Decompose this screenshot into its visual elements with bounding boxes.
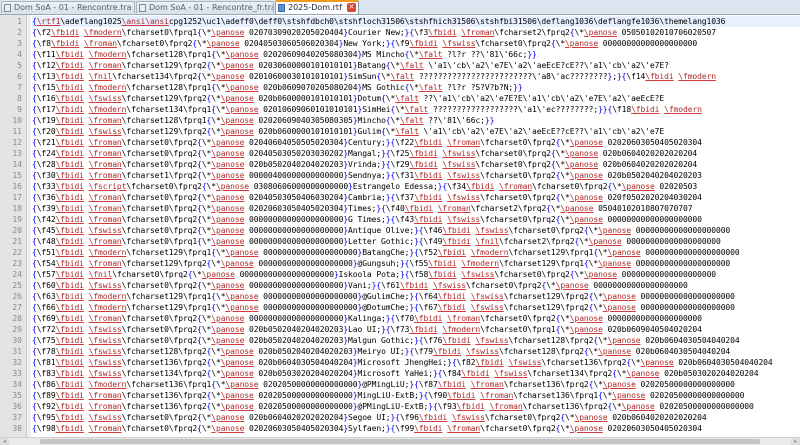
code-line[interactable]: {\f45\fbidi \fswiss\fcharset0\fprq2{\*\p… — [32, 225, 800, 236]
line-number-gutter: 1 2 3 4 5 6 7 8 9 10 11 12 13 14 15 16 17 18 19 20 21 22 23 24 2… — [0, 15, 27, 438]
code-line[interactable]: {\f54\fbidi \froman\fcharset129\fprq2{\*… — [32, 258, 800, 269]
code-line[interactable]: {\f28\fbidi \froman\fcharset0\fprq2{\*\p… — [32, 159, 800, 170]
line-number: 20 — [12, 226, 22, 235]
line-number: 10 — [12, 116, 22, 125]
line-number: 30 — [12, 336, 22, 345]
code-line[interactable]: {\f30\fbidi \froman\fcharset1\fprq2{\*\p… — [32, 170, 800, 181]
code-line[interactable]: {\f86\fbidi \fmodern\fcharset136\fprq1{\… — [32, 379, 800, 390]
code-line[interactable]: {\f16\fbidi \fswiss\fcharset129\fprq2{\*… — [32, 93, 800, 104]
line-number: 14 — [12, 160, 22, 169]
code-line[interactable]: {\f19\fbidi \froman\fcharset128\fprq1{\*… — [32, 115, 800, 126]
code-line[interactable]: {\f13\fbidi \fnil\fcharset134\fprq2{\*\p… — [32, 71, 800, 82]
code-line[interactable]: {\f42\fbidi \froman\fcharset0\fprq2{\*\p… — [32, 214, 800, 225]
code-line[interactable]: {\f12\fbidi \froman\fcharset129\fprq2{\*… — [32, 60, 800, 71]
line-number: 35 — [12, 391, 22, 400]
line-number: 18 — [12, 204, 22, 213]
code-line[interactable]: {\f21\fbidi \froman\fcharset0\fprq2{\*\p… — [32, 137, 800, 148]
code-line[interactable]: {\f20\fbidi \fswiss\fcharset129\fprq2{\*… — [32, 126, 800, 137]
tab-bar: Dom SoA - 01 - Rencontre.tra Dom SoA - 0… — [0, 0, 800, 15]
line-number: 7 — [17, 83, 22, 92]
line-number: 6 — [17, 72, 22, 81]
code-line[interactable]: {\f95\fbidi \fswiss\fcharset0\fprq2{\*\p… — [32, 412, 800, 423]
code-line[interactable]: {\rtf1\adeflang1025\ansi\ansicpg1252\uc1… — [32, 16, 800, 27]
line-number: 28 — [12, 314, 22, 323]
code-line[interactable]: {\f2\fbidi \fmodern\fcharset0\fprq1{\*\p… — [32, 27, 800, 38]
code-line[interactable]: {\f60\fbidi \fswiss\fcharset0\fprq2{\*\p… — [32, 280, 800, 291]
code-line[interactable]: {\f11\fbidi \fmodern\fcharset128\fprq1{\… — [32, 49, 800, 60]
line-number: 15 — [12, 171, 22, 180]
code-line[interactable]: {\f24\fbidi \froman\fcharset0\fprq2{\*\p… — [32, 148, 800, 159]
line-number: 26 — [12, 292, 22, 301]
code-line[interactable]: {\f89\fbidi \froman\fcharset136\fprq2{\*… — [32, 390, 800, 401]
line-number: 3 — [17, 39, 22, 48]
tab-rencontre-fr-tra[interactable]: Dom SoA - 01 - Rencontre_fr.tra — [136, 1, 274, 13]
line-number: 25 — [12, 281, 22, 290]
line-number: 5 — [17, 61, 22, 70]
fold-margin[interactable] — [27, 15, 31, 438]
line-number: 11 — [12, 127, 22, 136]
tab-rencontre-tra[interactable]: Dom SoA - 01 - Rencontre.tra — [1, 1, 135, 13]
line-number: 17 — [12, 193, 22, 202]
code-line[interactable]: {\f69\fbidi \froman\fcharset0\fprq2{\*\p… — [32, 313, 800, 324]
scrollbar-thumb[interactable] — [40, 439, 760, 444]
line-number: 24 — [12, 270, 22, 279]
editor[interactable]: 1 2 3 4 5 6 7 8 9 10 11 12 13 14 15 16 17 18 19 20 21 22 23 24 2… — [0, 15, 800, 438]
code-line[interactable]: {\f72\fbidi \fswiss\fcharset0\fprq2{\*\p… — [32, 324, 800, 335]
line-number: 31 — [12, 347, 22, 356]
code-line[interactable]: {\f17\fbidi \fmodern\fcharset134\fprq1{\… — [32, 104, 800, 115]
line-number: 8 — [17, 94, 22, 103]
line-number: 13 — [12, 149, 22, 158]
line-number: 34 — [12, 380, 22, 389]
code-line[interactable]: {\f51\fbidi \fmodern\fcharset129\fprq1{\… — [32, 247, 800, 258]
code-line[interactable]: {\f66\fbidi \fmodern\fcharset129\fprq1{\… — [32, 302, 800, 313]
text-file-icon — [4, 4, 11, 12]
close-icon[interactable]: ✕ — [347, 3, 356, 12]
code-line[interactable]: {\f78\fbidi \fswiss\fcharset128\fprq2{\*… — [32, 346, 800, 357]
code-line[interactable]: {\f92\fbidi \froman\fcharset136\fprq2{\*… — [32, 401, 800, 412]
code-line[interactable]: {\f15\fbidi \fmodern\fcharset128\fprq1{\… — [32, 82, 800, 93]
line-number: 32 — [12, 358, 22, 367]
line-number: 36 — [12, 402, 22, 411]
code-line[interactable]: {\f39\fbidi \froman\fcharset0\fprq2{\*\p… — [32, 203, 800, 214]
code-line[interactable]: {\f75\fbidi \fswiss\fcharset0\fprq2{\*\p… — [32, 335, 800, 346]
rtf-file-icon — [278, 4, 285, 12]
code-line[interactable]: {\f83\fbidi \fswiss\fcharset134\fprq2{\*… — [32, 368, 800, 379]
line-number: 19 — [12, 215, 22, 224]
code-line[interactable]: {\f98\fbidi \froman\fcharset0\fprq2{\*\p… — [32, 423, 800, 434]
line-numbers: 1 2 3 4 5 6 7 8 9 10 11 12 13 14 15 16 17 18 19 20 21 22 23 24 2… — [0, 15, 26, 434]
line-number: 38 — [12, 424, 22, 433]
text-file-icon — [139, 4, 146, 12]
tab-label: Dom SoA - 01 - Rencontre.tra — [14, 3, 132, 12]
line-number: 1 — [17, 17, 22, 26]
line-number: 23 — [12, 259, 22, 268]
line-number: 29 — [12, 325, 22, 334]
line-number: 21 — [12, 237, 22, 246]
code-line[interactable]: {\f63\fbidi \fmodern\fcharset129\fprq1{\… — [32, 291, 800, 302]
line-number: 33 — [12, 369, 22, 378]
tab-label: 2025-Dom.rtf — [288, 3, 342, 12]
code-line[interactable]: {\f81\fbidi \fswiss\fcharset136\fprq2{\*… — [32, 357, 800, 368]
line-number: 22 — [12, 248, 22, 257]
line-number: 16 — [12, 182, 22, 191]
code-line[interactable]: {\f33\fbidi \fscript\fcharset0\fprq2{\*\… — [32, 181, 800, 192]
line-number: 12 — [12, 138, 22, 147]
line-number: 9 — [17, 105, 22, 114]
code-line[interactable]: {\f36\fbidi \froman\fcharset0\fprq2{\*\p… — [32, 192, 800, 203]
tab-2025-dom-rtf[interactable]: 2025-Dom.rtf ✕ — [275, 0, 359, 14]
line-number: 37 — [12, 413, 22, 422]
code-area[interactable]: {\rtf1\adeflang1025\ansi\ansicpg1252\uc1… — [32, 16, 800, 438]
tab-label: Dom SoA - 01 - Rencontre_fr.tra — [149, 3, 274, 12]
line-number: 2 — [17, 28, 22, 37]
code-line[interactable]: {\f8\fbidi \froman\fcharset0\fprq2{\*\pa… — [32, 38, 800, 49]
code-line[interactable]: {\f57\fbidi \fnil\fcharset0\fprq2{\*\pan… — [32, 269, 800, 280]
code-line[interactable]: {\f48\fbidi \froman\fcharset0\fprq1{\*\p… — [32, 236, 800, 247]
line-number: 27 — [12, 303, 22, 312]
line-number: 4 — [17, 50, 22, 59]
